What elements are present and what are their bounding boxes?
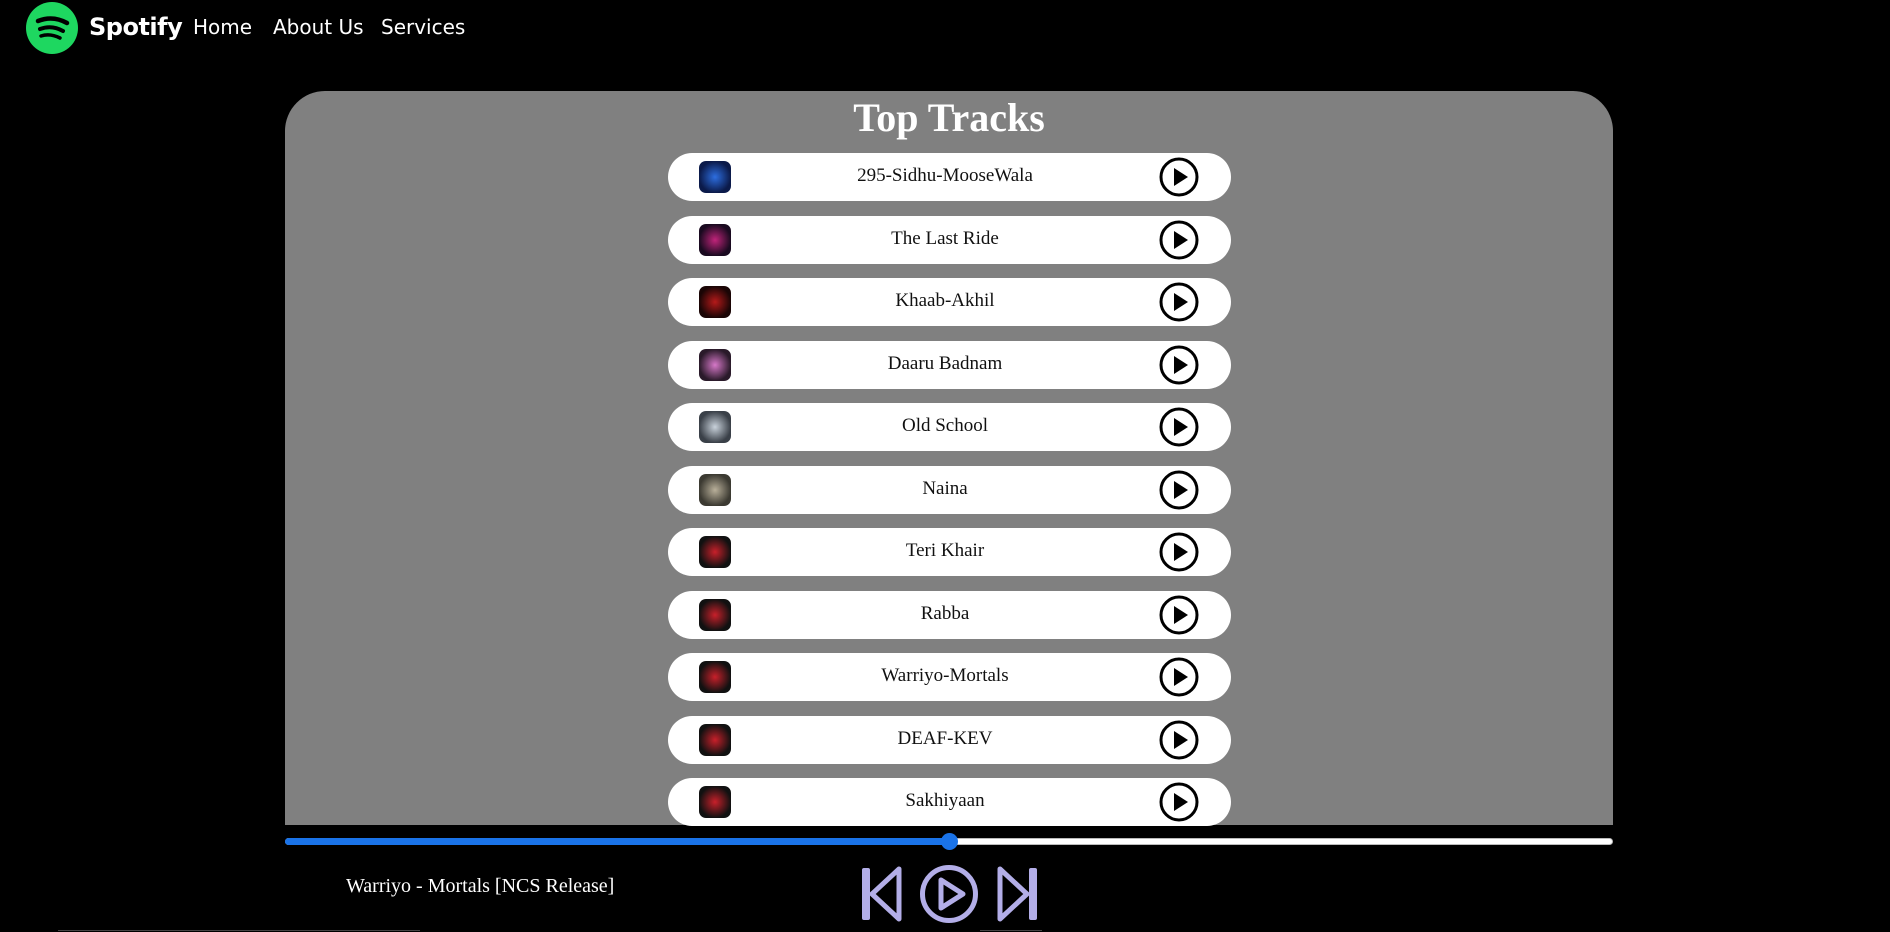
play-icon[interactable] [1159, 407, 1199, 447]
play-icon[interactable] [1159, 720, 1199, 760]
footer-divider [980, 930, 1042, 931]
track-name: Khaab-Akhil [895, 290, 995, 311]
track-item[interactable]: Warriyo-Mortals [668, 653, 1231, 701]
track-name: 295-Sidhu-MooseWala [857, 165, 1033, 186]
page-title: Top Tracks [853, 95, 1045, 140]
progress-knob[interactable] [941, 833, 958, 850]
track-name: Sakhiyaan [905, 790, 985, 811]
track-item[interactable]: Daaru Badnam [668, 340, 1231, 389]
track-item[interactable]: DEAF-KEV [668, 715, 1231, 764]
play-icon[interactable] [1159, 657, 1199, 697]
track-item[interactable]: Rabba [668, 590, 1231, 639]
nav-link-services[interactable]: Services [381, 15, 465, 39]
track-item[interactable]: Old School [668, 403, 1231, 451]
progress-bar[interactable] [285, 833, 1613, 850]
footer-divider [58, 930, 420, 931]
play-icon[interactable] [1159, 782, 1199, 822]
navbar: Spotify Home About Us Services [0, 0, 1890, 56]
track-name: Naina [922, 477, 968, 499]
nav-link-about-us[interactable]: About Us [273, 15, 364, 39]
track-name: DEAF-KEV [897, 727, 993, 749]
next-icon[interactable] [997, 866, 1039, 922]
play-icon[interactable] [1159, 345, 1199, 385]
track-list: 295-Sidhu-MooseWala The Last Ride Khaab-Ak… [668, 153, 1231, 841]
now-playing-title: Warriyo - Mortals [NCS Release] [346, 875, 615, 897]
play-icon[interactable] [1159, 470, 1199, 510]
track-item[interactable]: 295-Sidhu-MooseWala [668, 153, 1231, 201]
progress-fill [285, 838, 949, 845]
play-icon[interactable] [1159, 282, 1199, 322]
play-pause-icon[interactable] [919, 864, 979, 924]
track-name: Rabba [920, 602, 970, 624]
nav-link-home[interactable]: Home [193, 15, 252, 39]
play-icon[interactable] [1159, 220, 1199, 260]
play-icon[interactable] [1159, 532, 1199, 572]
track-name: Old School [901, 415, 989, 436]
songs-container: Top Tracks 295-Sidhu-MooseWala The Last R… [285, 91, 1613, 826]
track-item[interactable]: Teri Khair [668, 528, 1231, 576]
spotify-logo-icon[interactable] [26, 2, 78, 54]
track-name: Warriyo-Mortals [881, 665, 1009, 686]
track-item[interactable]: Sakhiyaan [668, 778, 1231, 826]
track-name: Daaru Badnam [887, 352, 1003, 374]
track-item[interactable]: The Last Ride [668, 215, 1231, 264]
track-item[interactable]: Naina [668, 465, 1231, 514]
previous-icon[interactable] [860, 866, 902, 922]
track-item[interactable]: Khaab-Akhil [668, 278, 1231, 326]
play-icon[interactable] [1159, 157, 1199, 197]
track-name: The Last Ride [891, 227, 999, 249]
play-icon[interactable] [1159, 595, 1199, 635]
brand-name: Spotify [89, 13, 183, 41]
track-name: Teri Khair [905, 540, 985, 561]
